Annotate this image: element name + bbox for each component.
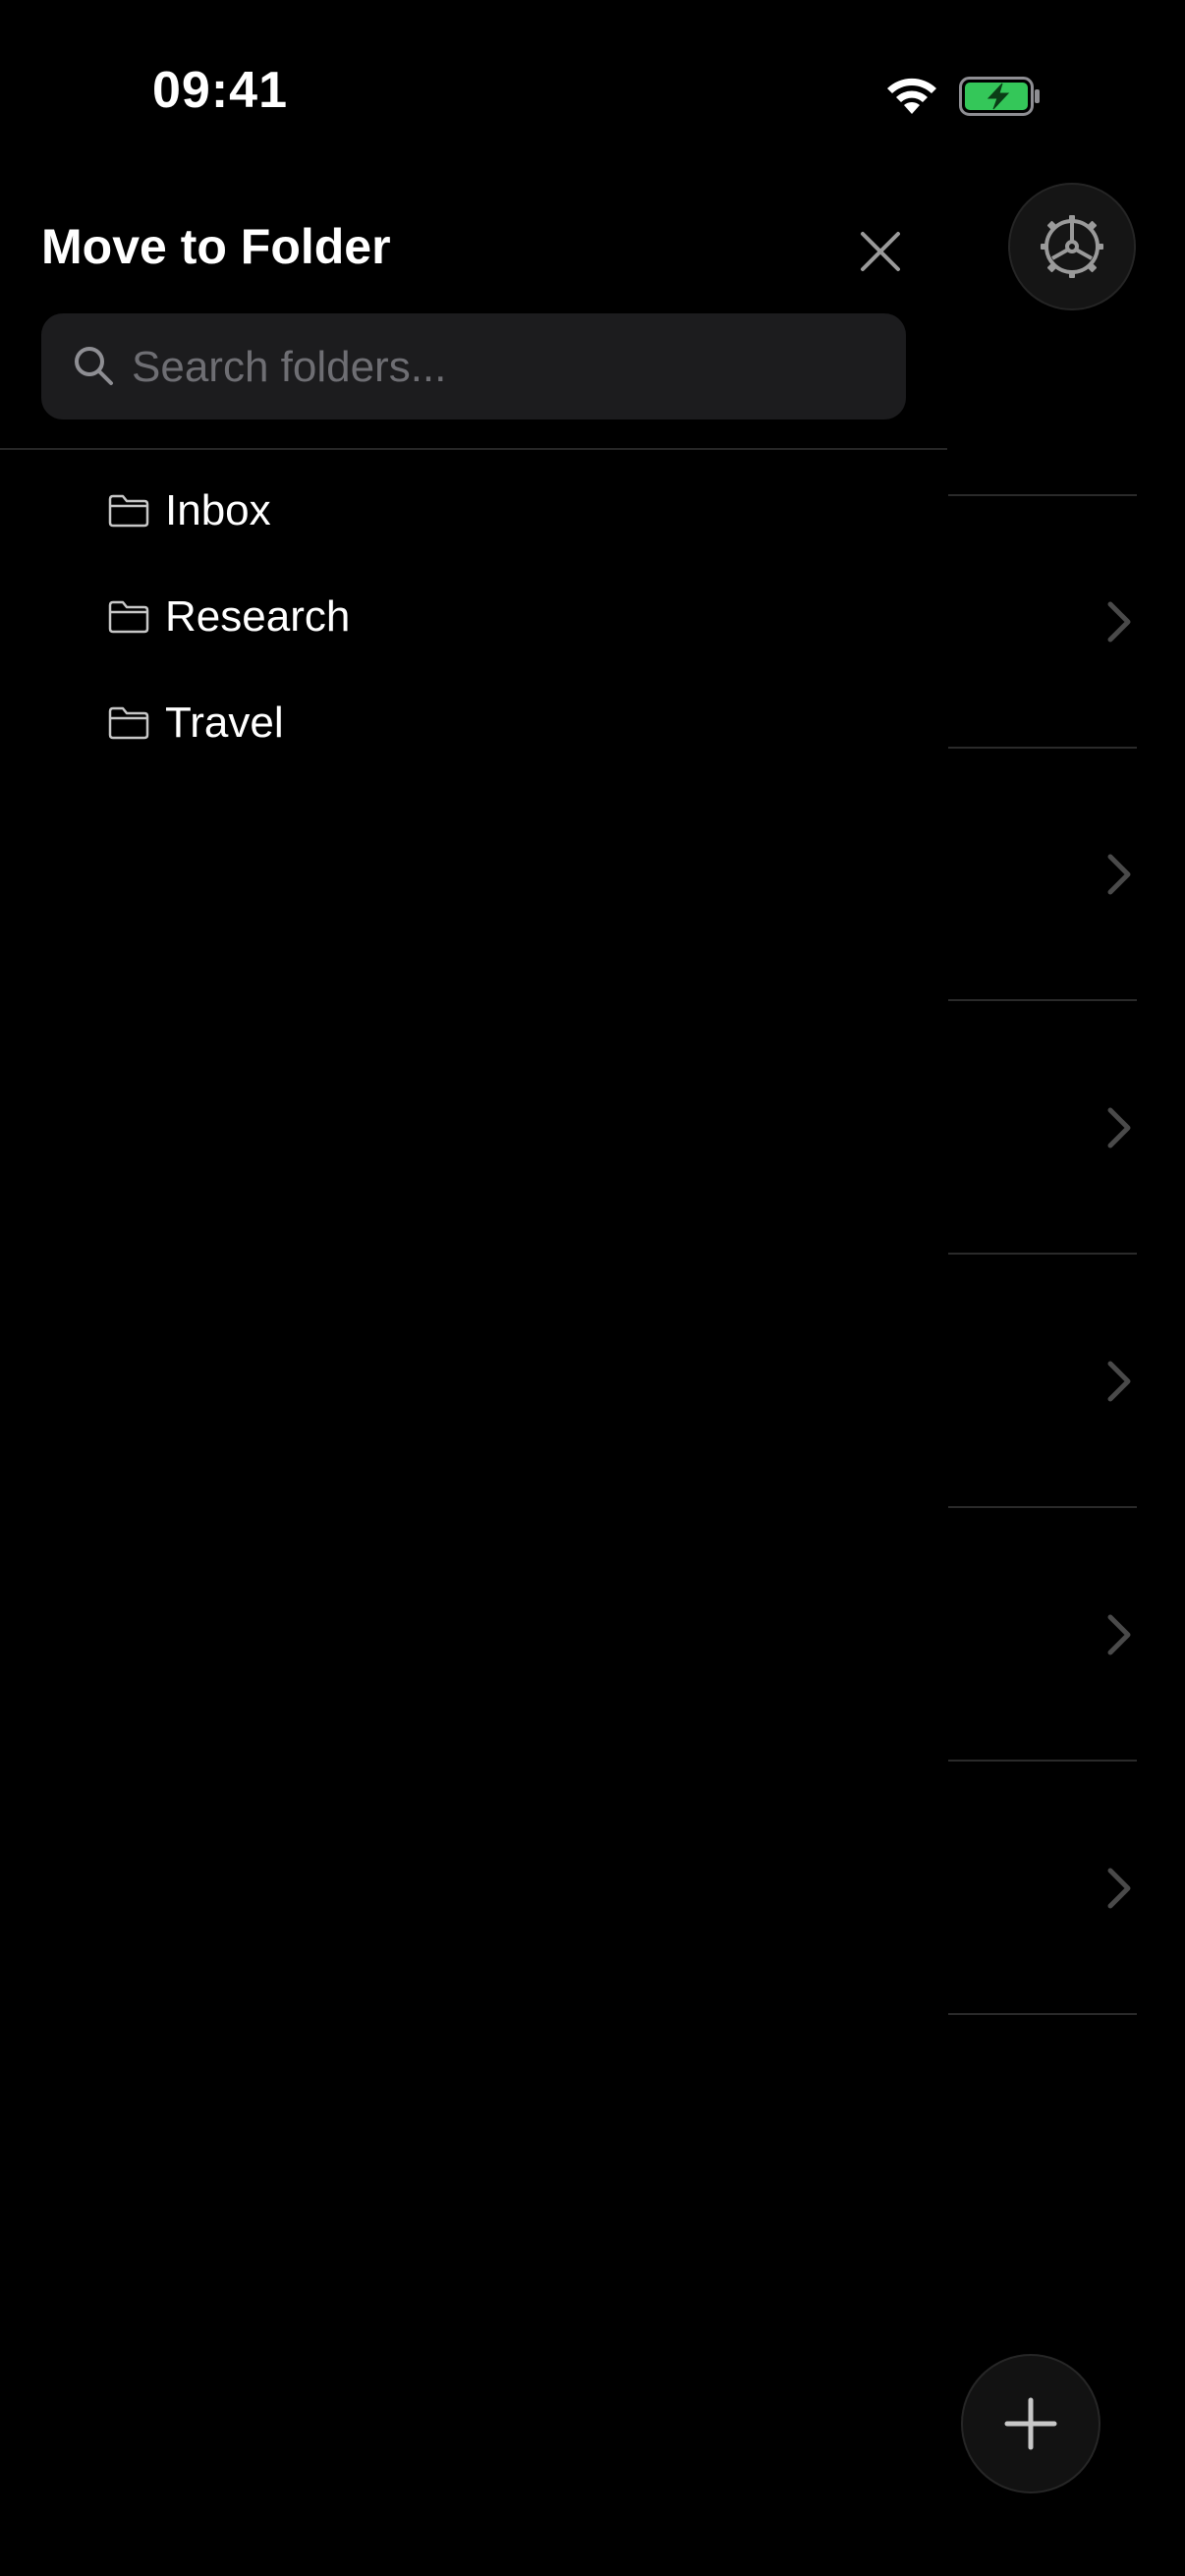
gear-icon [1041,215,1103,278]
battery-icon [959,77,1040,116]
search-icon [75,347,113,385]
list-divider [948,494,1137,496]
chevron-right-icon[interactable] [1106,1613,1132,1656]
search-field[interactable] [41,313,906,421]
list-divider [948,999,1137,1001]
drawer-title: Move to Folder [41,219,391,274]
search-input[interactable] [130,313,880,421]
chevron-right-icon[interactable] [1106,1106,1132,1149]
chevron-right-icon[interactable] [1106,600,1132,644]
list-divider [948,1506,1137,1508]
folder-icon [108,600,149,634]
folder-label: Inbox [165,486,271,534]
list-divider [948,2013,1137,2015]
add-button[interactable] [961,2354,1100,2493]
plus-icon [1004,2397,1057,2450]
folder-label: Travel [165,699,284,747]
wifi-icon [887,78,936,114]
chevron-right-icon[interactable] [1106,1867,1132,1910]
chevron-right-icon[interactable] [1106,853,1132,896]
folder-icon [108,494,149,528]
list-divider [948,1253,1137,1255]
folder-item-research[interactable]: Research [108,578,894,656]
folder-item-inbox[interactable]: Inbox [108,472,894,550]
folder-item-travel[interactable]: Travel [108,684,894,762]
list-divider [948,747,1137,749]
list-divider [948,1760,1137,1762]
folder-label: Research [165,592,351,641]
folder-icon [108,706,149,740]
settings-button[interactable] [1008,183,1136,310]
status-time: 09:41 [152,62,288,119]
close-icon [861,232,900,271]
close-button[interactable] [851,222,910,281]
chevron-right-icon[interactable] [1106,1360,1132,1403]
drawer-divider [0,448,947,450]
move-to-folder-drawer: Move to Folder Inbox Research [0,147,947,2576]
